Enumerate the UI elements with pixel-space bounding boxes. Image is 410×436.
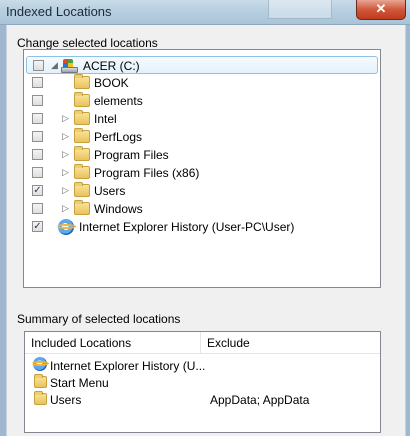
expand-arrow-icon[interactable]: ▷ [62, 112, 70, 124]
included-location: Internet Explorer History (U... [50, 359, 206, 373]
expand-arrow-icon[interactable]: ▷ [62, 148, 70, 160]
summary-row[interactable]: Start Menu [25, 374, 380, 391]
tree-item[interactable]: ▷ Program Files [24, 146, 376, 164]
expand-arrow-icon[interactable]: ▷ [62, 202, 70, 214]
folder-icon [74, 92, 90, 107]
included-location: Users [50, 393, 82, 407]
column-header-exclude[interactable]: Exclude [201, 332, 380, 354]
tree-item-label: Intel [94, 112, 117, 126]
summary-row[interactable]: Users AppData; AppData [25, 391, 380, 408]
folder-icon [74, 200, 90, 215]
tree-item-checkbox[interactable]: ✓ [32, 221, 43, 232]
tree-item-label: ACER (C:) [83, 59, 140, 73]
title-bar: Indexed Locations ✕ [0, 0, 410, 25]
summary-row[interactable]: e Internet Explorer History (U... [25, 357, 380, 374]
tree-item-label: Internet Explorer History (User-PC\User) [79, 220, 295, 234]
tree-item-checkbox[interactable] [32, 203, 43, 214]
tree-item-label: Windows [94, 202, 143, 216]
tree-item[interactable]: ✓ ▷ Users [24, 182, 376, 200]
folder-icon [74, 74, 90, 89]
internet-explorer-icon: e [31, 357, 49, 371]
tree-item-checkbox[interactable] [33, 60, 44, 71]
tree-item-checkbox[interactable] [32, 167, 43, 178]
tree-item-checkbox[interactable] [32, 149, 43, 160]
tree-item[interactable]: ▷ Windows [24, 200, 376, 218]
folder-icon [74, 110, 90, 125]
tree-item[interactable]: ▷ PerfLogs [24, 128, 376, 146]
tree-item-label: Program Files [94, 148, 169, 162]
drive-icon [61, 59, 78, 73]
expand-arrow-icon[interactable]: ▷ [62, 130, 70, 142]
tree-item[interactable]: elements [24, 92, 376, 110]
locations-tree[interactable]: ◢ ACER (C:) BOOK elements ▷ Intel ▷ PerfLogs ▷ Pr… [23, 49, 381, 288]
tree-item-label: PerfLogs [94, 130, 143, 144]
tree-item-label: Program Files (x86) [94, 166, 200, 180]
expand-arrow-icon[interactable]: ▷ [62, 184, 70, 196]
summary-label: Summary of selected locations [17, 312, 181, 326]
tree-item[interactable]: ▷ Intel [24, 110, 376, 128]
window-title: Indexed Locations [6, 4, 112, 19]
included-location: Start Menu [50, 376, 109, 390]
change-locations-label: Change selected locations [17, 36, 158, 50]
background-window-tab [268, 0, 332, 19]
tree-item-checkbox[interactable] [32, 77, 43, 88]
tree-item[interactable]: ◢ ACER (C:) [26, 56, 378, 74]
folder-icon [74, 146, 90, 161]
tree-item-label: elements [94, 94, 143, 108]
tree-item-checkbox[interactable] [32, 113, 43, 124]
tree-item-checkbox[interactable] [32, 95, 43, 106]
folder-icon [74, 182, 90, 197]
collapse-arrow-icon[interactable]: ◢ [51, 59, 59, 71]
tree-item-label: Users [94, 184, 126, 198]
tree-item-checkbox[interactable]: ✓ [32, 185, 43, 196]
close-button[interactable]: ✕ [356, 0, 406, 20]
internet-explorer-icon: e [56, 219, 76, 235]
folder-icon [74, 164, 90, 179]
tree-item[interactable]: BOOK [24, 74, 376, 92]
folder-icon [34, 391, 47, 405]
column-header-included[interactable]: Included Locations [25, 332, 200, 354]
summary-list[interactable]: Included Locations Exclude e Internet Exp… [24, 331, 381, 433]
tree-item-checkbox[interactable] [32, 131, 43, 142]
folder-icon [34, 374, 47, 388]
tree-item-label: BOOK [94, 76, 129, 90]
folder-icon [74, 128, 90, 143]
tree-item[interactable]: ▷ Program Files (x86) [24, 164, 376, 182]
exclude-value: AppData; AppData [210, 393, 310, 407]
tree-item[interactable]: ✓ e Internet Explorer History (User-PC\Use… [24, 218, 376, 236]
expand-arrow-icon[interactable]: ▷ [62, 166, 70, 178]
